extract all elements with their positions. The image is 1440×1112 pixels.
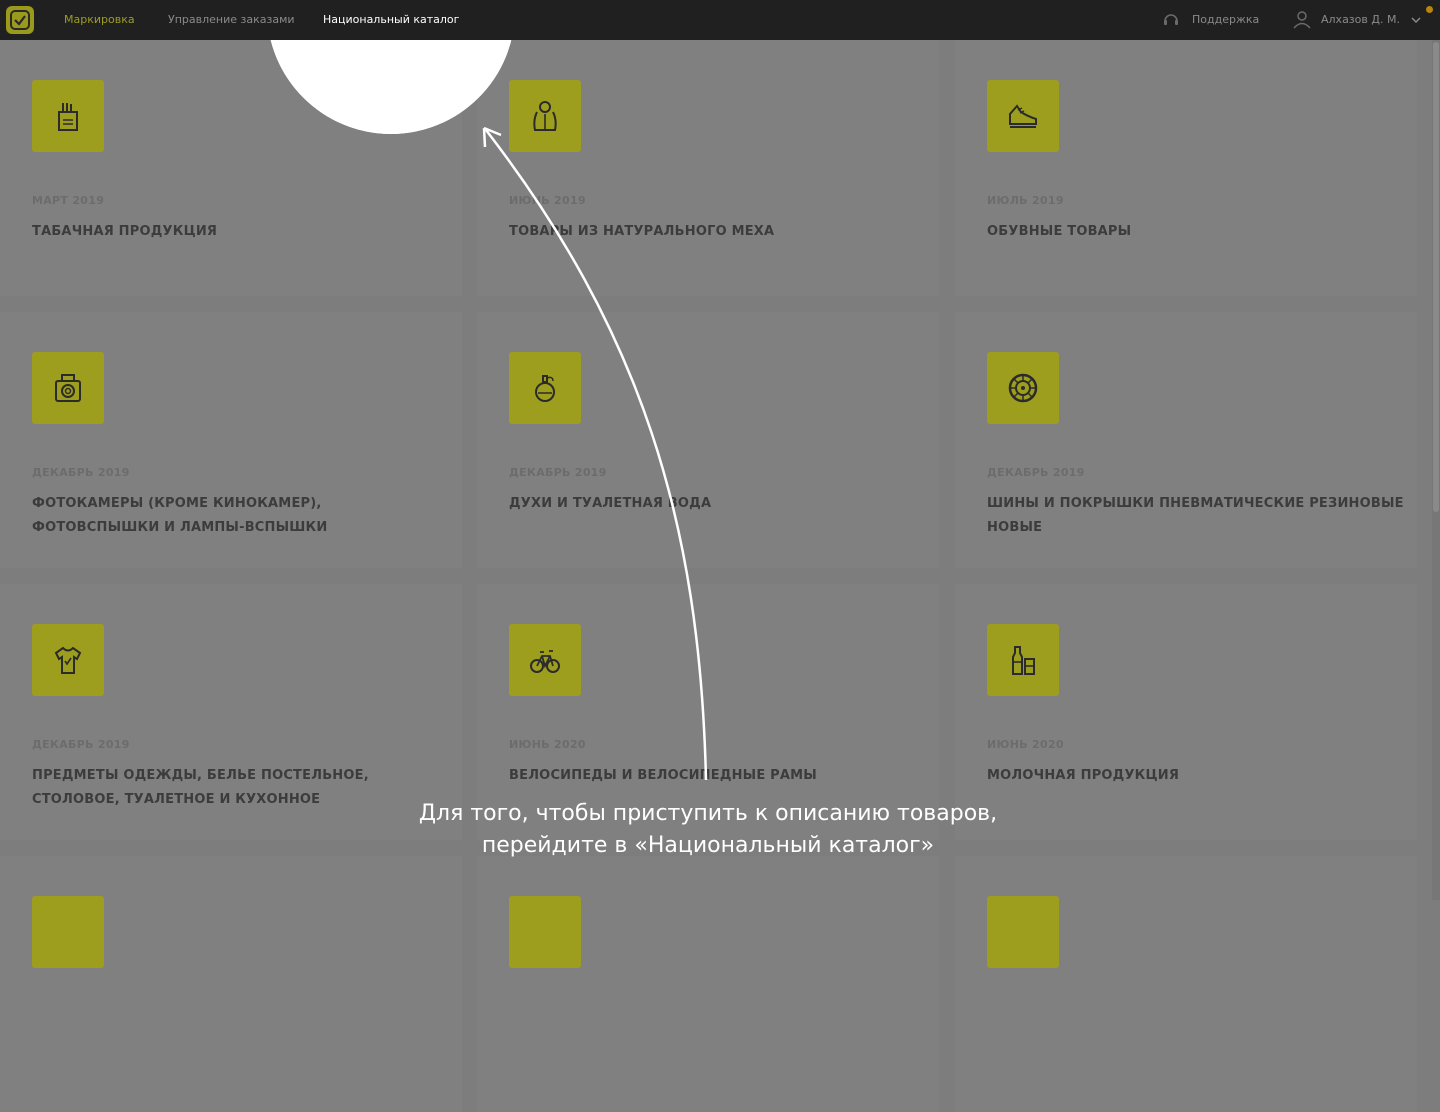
support-label: Поддержка [1192,13,1260,26]
category-icon-box [509,352,581,424]
nav-order-management[interactable]: Управление заказами [168,13,295,26]
category-title: МОЛОЧНАЯ ПРОДУКЦИЯ [987,768,1180,783]
hint-line-2: перейдите в «Национальный каталог» [481,833,935,858]
category-title: ФОТОКАМЕРЫ (КРОМЕ КИНОКАМЕР), ФОТОВСПЫШК… [32,496,328,535]
category-date: ДЕКАБРЬ 2019 [32,466,130,479]
category-title: ВЕЛОСИПЕДЫ И ВЕЛОСИПЕДНЫЕ РАМЫ [509,768,817,783]
category-card[interactable] [477,856,939,1112]
chevron-down-icon[interactable] [1411,15,1421,25]
category-icon-box [509,624,581,696]
bicycle-icon [530,650,560,673]
clothing-icon [54,646,82,674]
category-date: ДЕКАБРЬ 2019 [509,466,607,479]
category-icon-box [987,352,1059,424]
nav-marking[interactable]: Маркировка [64,13,135,26]
logo[interactable] [6,6,34,34]
tobacco-icon [58,103,78,131]
vertical-scrollbar[interactable] [1432,40,1440,900]
notification-dot [1426,6,1433,13]
category-icon-box [509,80,581,152]
category-title: ДУХИ И ТУАЛЕТНАЯ ВОДА [509,496,712,511]
category-icon-box [509,896,581,968]
category-date: МАРТ 2019 [32,194,105,207]
category-card[interactable] [955,856,1417,1112]
category-title: ТАБАЧНАЯ ПРОДУКЦИЯ [32,224,218,239]
category-icon-box [32,896,104,968]
hint-line-1: Для того, чтобы приступить к описанию то… [418,801,998,826]
category-date: ИЮНЬ 2020 [509,738,586,751]
tutorial-hint: Для того, чтобы приступить к описанию то… [320,798,1096,862]
top-navigation-bar: Маркировка Управление заказами Поддержка… [0,0,1440,40]
category-card[interactable]: ИЮЛЬ 2019 ОБУВНЫЕ ТОВАРЫ [955,40,1417,296]
category-title: ШИНЫ И ПОКРЫШКИ ПНЕВМАТИЧЕСКИЕ РЕЗИНОВЫЕ… [987,496,1404,535]
category-icon-box [32,352,104,424]
category-card[interactable]: ДЕКАБРЬ 2019 ШИНЫ И ПОКРЫШКИ ПНЕВМАТИЧЕС… [955,312,1417,568]
category-icon-box [32,80,104,152]
category-icon-box [987,80,1059,152]
fur-coat-icon [533,101,557,131]
product-categories-grid: МАРТ 2019 ТАБАЧНАЯ ПРОДУКЦИЯ ИЮНЬ 2019 Т… [0,40,1432,1112]
category-date: ИЮНЬ 2019 [509,194,586,207]
nav-national-catalog[interactable]: Национальный каталог [323,13,459,26]
category-card[interactable]: ИЮНЬ 2019 ТОВАРЫ ИЗ НАТУРАЛЬНОГО МЕХА [477,40,939,296]
logo-check-icon [10,10,30,30]
category-card[interactable] [0,856,462,1112]
shoe-icon [1009,104,1037,128]
category-title: ОБУВНЫЕ ТОВАРЫ [987,224,1132,239]
user-name: Алхазов Д. М. [1321,13,1400,26]
category-card[interactable]: ДЕКАБРЬ 2019 ФОТОКАМЕРЫ (КРОМЕ КИНОКАМЕР… [0,312,462,568]
category-date: ДЕКАБРЬ 2019 [32,738,130,751]
perfume-icon [535,375,555,402]
dairy-icon [1012,646,1035,675]
scrollbar-thumb[interactable] [1433,42,1439,512]
category-date: ИЮЛЬ 2019 [987,194,1064,207]
headset-icon [1164,14,1178,25]
category-title: ТОВАРЫ ИЗ НАТУРАЛЬНОГО МЕХА [509,224,775,239]
category-icon-box [32,624,104,696]
category-icon-box [987,896,1059,968]
category-card[interactable]: ДЕКАБРЬ 2019 ДУХИ И ТУАЛЕТНАЯ ВОДА [477,312,939,568]
category-date: ИЮНЬ 2020 [987,738,1064,751]
camera-icon [55,374,81,402]
user-icon [1293,11,1311,29]
category-icon-box [987,624,1059,696]
tire-icon [1008,373,1038,403]
category-date: ДЕКАБРЬ 2019 [987,466,1085,479]
